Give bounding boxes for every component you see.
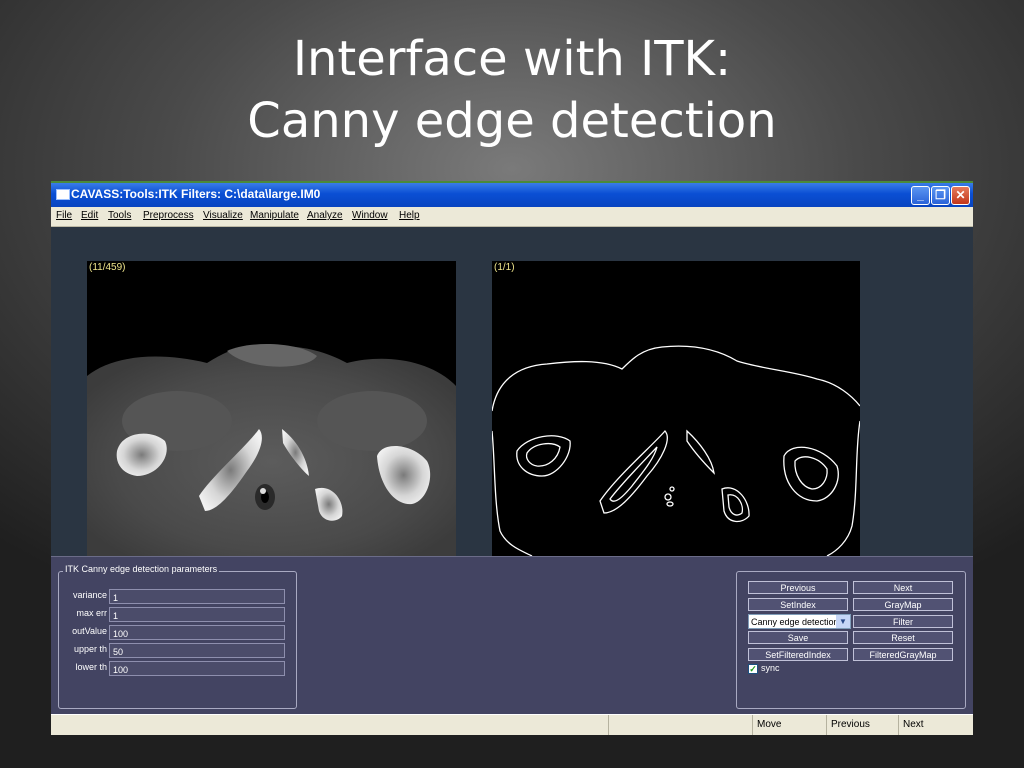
gray-map-button[interactable]: GrayMap [853,598,953,611]
window-titlebar[interactable]: CAVASS:Tools:ITK Filters: C:\data\large.… [51,181,973,207]
control-panel: ITK Canny edge detection parameters vari… [51,556,973,715]
filter-button[interactable]: Filter [853,615,953,628]
upper-threshold-input[interactable]: 50 [109,643,285,658]
status-next: Next [898,715,973,735]
window-app-icon [56,189,70,200]
previous-button[interactable]: Previous [748,581,848,594]
menu-file[interactable]: File [56,210,72,221]
minimize-button[interactable]: _ [911,186,930,205]
status-previous: Previous [826,715,898,735]
close-button[interactable]: ✕ [951,186,970,205]
menu-analyze[interactable]: Analyze [307,210,343,221]
set-index-button[interactable]: SetIndex [748,598,848,611]
status-message [51,715,608,735]
image-viewer: (11/459) (1/1) [51,227,973,556]
original-slice-panel[interactable]: (11/459) [87,261,456,556]
variance-input[interactable]: 1 [109,589,285,604]
out-value-label: outValue [72,626,107,636]
variance-label: variance [72,590,107,600]
status-bar: Move Previous Next [51,714,973,735]
menu-preprocess[interactable]: Preprocess [143,210,194,221]
original-slice-index: (11/459) [89,262,126,273]
status-move: Move [752,715,826,735]
lower-threshold-input[interactable]: 100 [109,661,285,676]
reset-button[interactable]: Reset [853,631,953,644]
menu-visualize[interactable]: Visualize [203,210,243,221]
max-err-input[interactable]: 1 [109,607,285,622]
menu-window[interactable]: Window [352,210,388,221]
upper-threshold-label: upper th [73,644,107,654]
sync-label: sync [761,663,780,673]
menu-bar: File Edit Tools Preprocess Visualize Man… [51,207,973,227]
menu-tools[interactable]: Tools [108,210,131,221]
slide-title-line-2: Canny edge detection [247,93,777,149]
lower-threshold-label: lower th [75,662,107,672]
menu-edit[interactable]: Edit [81,210,98,221]
ct-slice-image [87,344,456,556]
menu-help[interactable]: Help [399,210,420,221]
filtered-slice-panel[interactable]: (1/1) [492,261,860,556]
maximize-button[interactable]: ❐ [931,186,950,205]
sync-checkbox[interactable]: ✓ [748,664,758,674]
canny-parameters-group: ITK Canny edge detection parameters vari… [58,564,297,709]
save-button[interactable]: Save [748,631,848,644]
filter-type-value: Canny edge detection [751,617,837,627]
canny-edge-image [492,345,860,556]
set-filtered-index-button[interactable]: SetFilteredIndex [748,648,848,661]
filtered-gray-map-button[interactable]: FilteredGrayMap [853,648,953,661]
filter-type-select[interactable]: Canny edge detection ▼ [748,614,851,629]
next-button[interactable]: Next [853,581,953,594]
out-value-input[interactable]: 100 [109,625,285,640]
chevron-down-icon[interactable]: ▼ [836,615,850,628]
filter-actions-group: Previous Next SetIndex GrayMap Canny edg… [736,571,966,709]
slide-title-line-1: Interface with ITK: [292,31,732,87]
filtered-slice-index: (1/1) [494,262,515,273]
status-cell-blank [608,715,752,735]
slide-title: Interface with ITK: Canny edge detection [0,28,1024,152]
app-window: CAVASS:Tools:ITK Filters: C:\data\large.… [51,181,973,735]
menu-manipulate[interactable]: Manipulate [250,210,299,221]
max-err-label: max err [76,608,107,618]
window-title: CAVASS:Tools:ITK Filters: C:\data\large.… [71,187,321,201]
parameters-legend: ITK Canny edge detection parameters [63,564,220,574]
